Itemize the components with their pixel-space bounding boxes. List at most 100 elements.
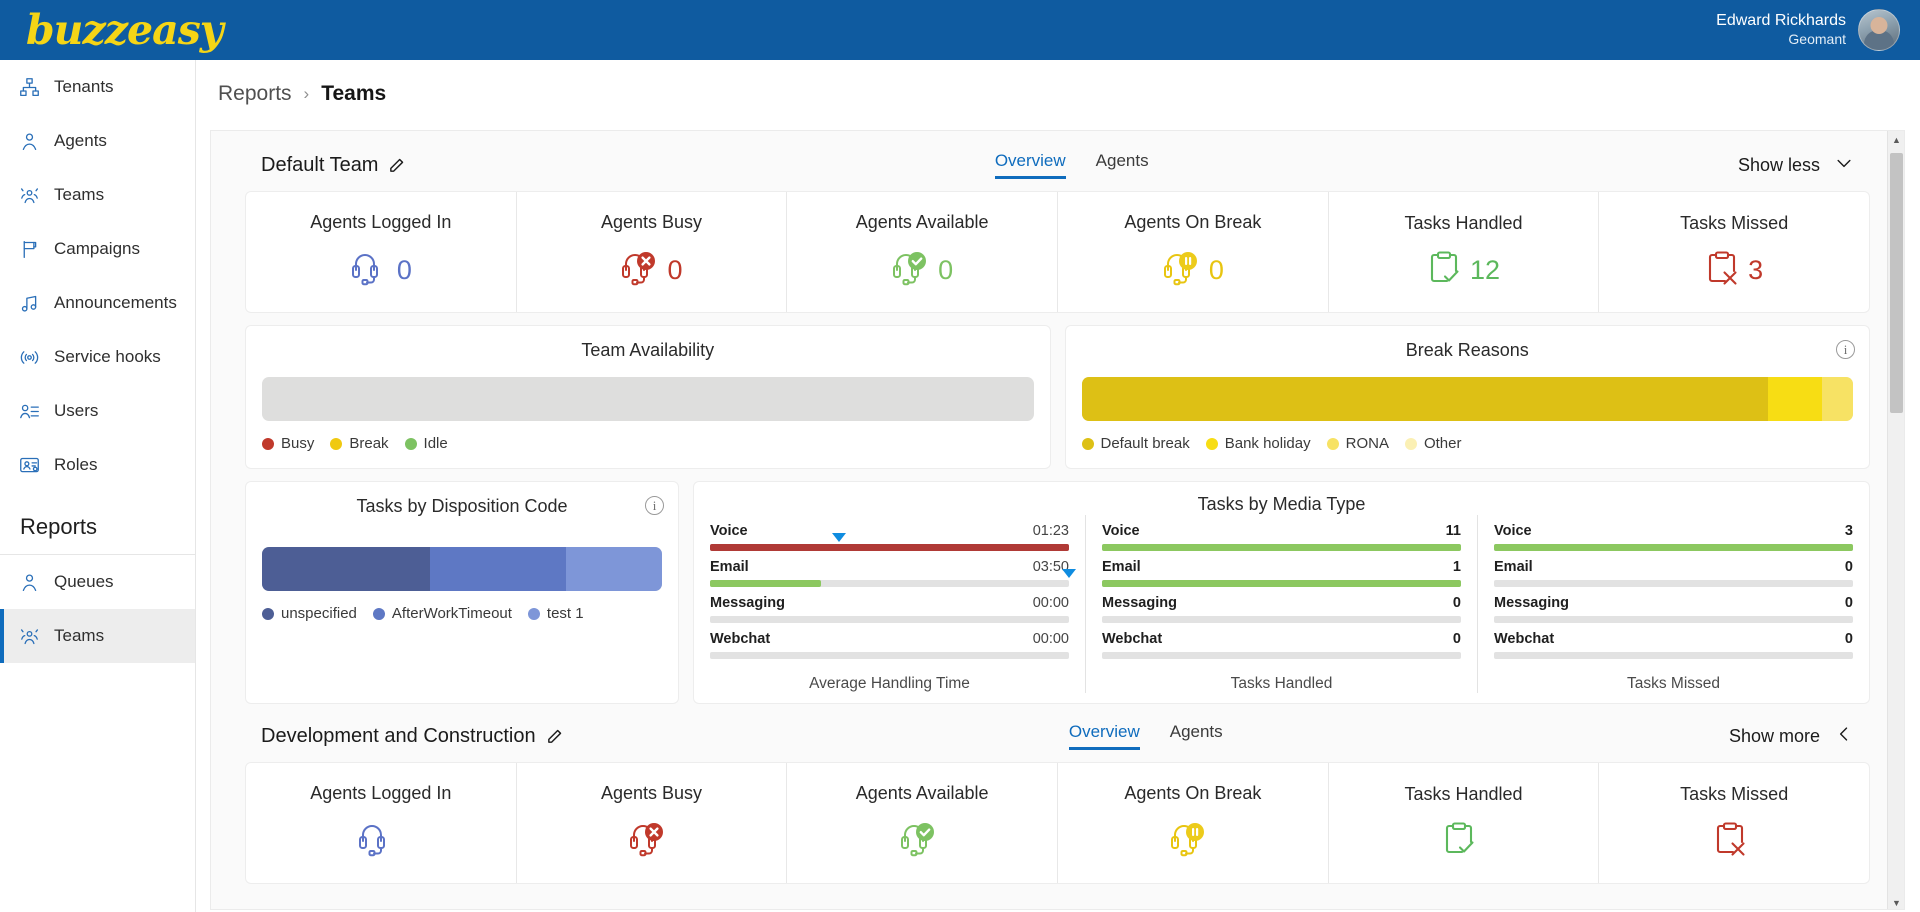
panel-title: Tasks by Disposition Code	[356, 496, 568, 516]
sidebar-item-queues[interactable]: Queues	[0, 555, 195, 609]
kpi-value-group: 0	[350, 249, 412, 292]
team-availability-legend: Busy Break Idle	[262, 435, 1034, 452]
media-bar-track	[710, 569, 1076, 587]
legend-color-dot	[372, 607, 385, 620]
legend-item[interactable]: Idle	[404, 435, 448, 452]
team-tabs: Overview Agents	[994, 151, 1149, 179]
team-availability-bar[interactable]	[262, 377, 1034, 421]
show-toggle-label: Show more	[1728, 725, 1820, 746]
legend-item[interactable]: AfterWorkTimeout	[372, 605, 512, 622]
media-row-label: Voice	[1102, 523, 1140, 539]
tab-overview[interactable]: Overview	[994, 151, 1066, 179]
disposition-panel: i Tasks by Disposition Code unspecified Aft…	[245, 481, 679, 704]
sidebar-item-campaigns[interactable]: Campaigns	[0, 222, 195, 276]
kpi-card: Agents Logged In	[246, 763, 517, 883]
legend-color-dot	[1205, 437, 1218, 450]
legend-item[interactable]: Default break	[1081, 435, 1190, 452]
roles-icon	[14, 454, 44, 476]
kpi-value-group: 12	[1427, 250, 1500, 291]
team-card: Development and Construction Overview Agen…	[243, 710, 1872, 884]
legend-item[interactable]: Busy	[262, 435, 314, 452]
kpi-value: 12	[1470, 255, 1501, 285]
break-reasons-panel: i Break Reasons Default break Bank holiday R…	[1064, 325, 1870, 469]
media-row: Webchat 0	[1494, 631, 1853, 659]
breadcrumb-reports[interactable]: Reports	[218, 82, 292, 106]
legend-item[interactable]: test 1	[527, 605, 584, 622]
kpi-label: Agents Logged In	[310, 212, 452, 232]
top-bar: buzzeasy Edward Rickhards Geomant	[0, 0, 1920, 60]
scroll-down-icon[interactable]: ▼	[1888, 894, 1904, 909]
sidebar-item-agents[interactable]: Agents	[0, 114, 195, 168]
tab-agents[interactable]: Agents	[1170, 722, 1223, 750]
bar-segment[interactable]	[1081, 377, 1769, 421]
legend-label: RONA	[1345, 435, 1389, 452]
kpi-label: Tasks Missed	[1680, 213, 1789, 233]
info-icon[interactable]: i	[1836, 340, 1855, 359]
team-availability-panel: Team Availability Busy Break Idle	[245, 325, 1051, 469]
teams-icon	[14, 625, 44, 647]
sidebar-item-announcements[interactable]: Announcements	[0, 276, 195, 330]
legend-item[interactable]: unspecified	[262, 605, 357, 622]
bar-segment[interactable]	[430, 547, 566, 591]
show-toggle-button[interactable]: Show more	[1729, 724, 1854, 749]
media-bar-fill	[1102, 544, 1461, 551]
media-row: Webchat 0	[1102, 631, 1461, 659]
media-row-label: Messaging	[1494, 595, 1569, 611]
media-row: Email 03:50	[710, 559, 1076, 587]
show-toggle-label: Show less	[1737, 154, 1820, 175]
user-list-icon	[14, 400, 44, 422]
app-logo[interactable]: buzzeasy	[26, 6, 224, 54]
kpi-value: 0	[1208, 255, 1224, 285]
kpi-value-group	[1442, 821, 1485, 862]
show-toggle-button[interactable]: Show less	[1738, 153, 1854, 178]
legend-item[interactable]: Break	[330, 435, 389, 452]
media-row: Messaging 00:00	[710, 595, 1069, 623]
team-card-header: Development and Construction Overview Agen…	[243, 710, 1872, 762]
media-bar-track	[710, 652, 1069, 659]
tab-overview[interactable]: Overview	[1068, 722, 1140, 750]
sidebar-item-label: Tenants	[54, 77, 114, 96]
kpi-card: Agents Busy	[517, 763, 788, 883]
kpi-value-group	[899, 820, 946, 863]
edit-pencil-icon[interactable]	[388, 157, 405, 174]
media-row-label: Messaging	[710, 595, 785, 611]
media-type-panel: Tasks by Media Type Voice 01:23 Email 03:50 M…	[693, 481, 1870, 704]
media-bar-marker-icon	[1062, 569, 1076, 578]
kpi-card: Agents On Break	[1058, 763, 1329, 883]
sidebar-item-roles[interactable]: Roles	[0, 438, 195, 492]
vertical-scrollbar[interactable]: ▲ ▼	[1887, 131, 1904, 909]
sidebar-item-teams[interactable]: Teams	[0, 168, 195, 222]
agent-icon	[14, 130, 44, 152]
media-bar-track	[710, 616, 1069, 623]
bar-segment[interactable]	[262, 547, 430, 591]
legend-item[interactable]: Bank holiday	[1205, 435, 1311, 452]
kpi-card: Agents Logged In 0	[246, 192, 517, 312]
sidebar-item-tenants[interactable]: Tenants	[0, 60, 195, 114]
bar-segment[interactable]	[566, 547, 662, 591]
media-column: Voice 3 Email 0 Messaging 0 Webchat 0 Tasks Miss…	[1478, 515, 1869, 693]
info-icon[interactable]: i	[645, 496, 664, 515]
bar-segment[interactable]	[1822, 377, 1853, 421]
kpi-label: Tasks Handled	[1404, 784, 1523, 804]
user-name: Edward Rickhards	[1716, 12, 1846, 30]
scrollbar-thumb[interactable]	[1890, 153, 1903, 413]
legend-item[interactable]: Other	[1404, 435, 1461, 452]
sidebar-item-users[interactable]: Users	[0, 384, 195, 438]
media-bar-track	[1494, 652, 1853, 659]
user-company: Geomant	[1788, 31, 1846, 48]
avatar[interactable]	[1858, 9, 1900, 51]
kpi-card: Agents Available	[787, 763, 1059, 883]
edit-pencil-icon[interactable]	[546, 728, 563, 745]
broadcast-icon	[14, 346, 44, 368]
legend-item[interactable]: RONA	[1326, 435, 1389, 452]
media-bar-fill	[710, 544, 1069, 551]
user-info: Edward Rickhards Geomant	[1716, 11, 1846, 49]
scroll-up-icon[interactable]: ▲	[1888, 131, 1904, 148]
sidebar-item-service-hooks[interactable]: Service hooks	[0, 330, 195, 384]
user-menu[interactable]: Edward Rickhards Geomant	[1716, 9, 1900, 51]
sidebar-item-teams[interactable]: Teams	[0, 609, 195, 663]
bar-segment[interactable]	[1768, 377, 1823, 421]
tab-agents[interactable]: Agents	[1096, 151, 1149, 179]
disposition-legend: unspecified AfterWorkTimeout test 1	[262, 605, 662, 622]
availability-charts-row: Team Availability Busy Break Idle i Break Rea…	[245, 325, 1870, 469]
